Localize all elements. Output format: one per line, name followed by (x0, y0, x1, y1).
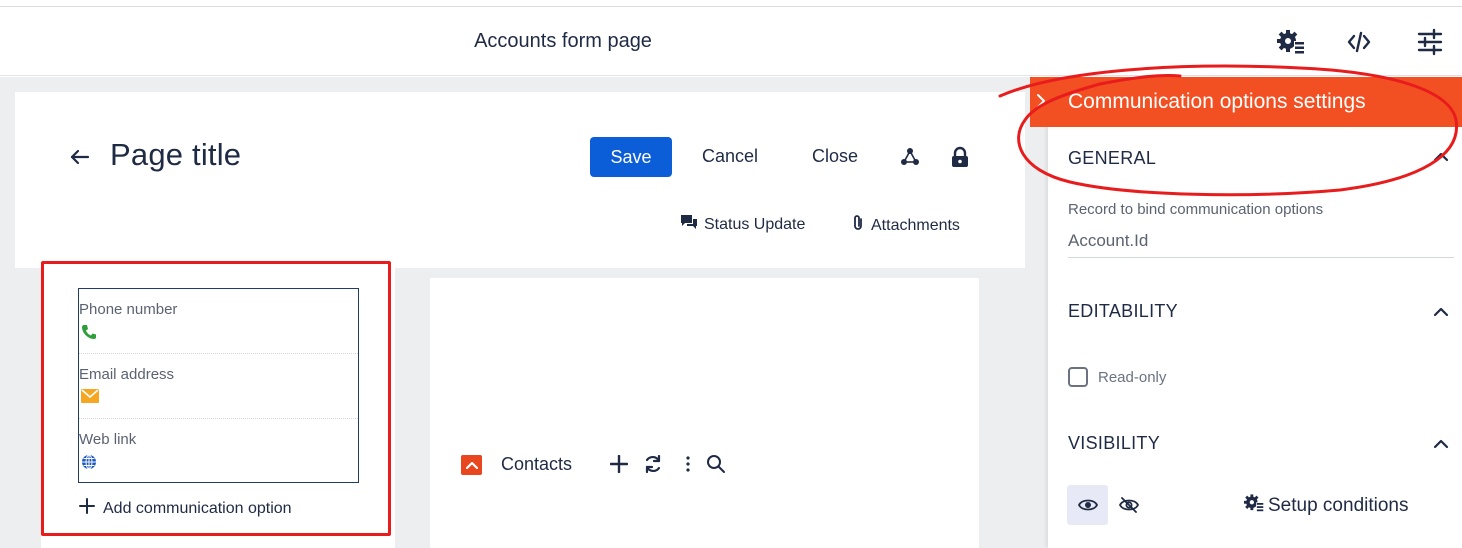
field-underline (1068, 257, 1454, 258)
network-nodes-icon[interactable] (899, 146, 921, 168)
chat-bubbles-icon (680, 214, 698, 235)
attachments-link[interactable]: Attachments (851, 214, 960, 237)
designer-title: Accounts form page (474, 30, 652, 52)
chevron-up-icon[interactable] (1432, 305, 1450, 319)
page-header-card (15, 92, 1025, 268)
chevron-up-icon[interactable] (1432, 150, 1450, 164)
search-icon[interactable] (706, 454, 726, 474)
record-binding-label: Record to bind communication options (1068, 201, 1324, 218)
status-update-link[interactable]: Status Update (680, 214, 805, 235)
attachments-label: Attachments (871, 216, 960, 234)
status-update-label: Status Update (704, 215, 806, 233)
setup-conditions-button[interactable]: Setup conditions (1244, 493, 1409, 519)
hidden-eye-off-icon[interactable] (1114, 485, 1144, 525)
collapse-detail-icon[interactable] (461, 455, 482, 475)
detail-title[interactable]: Contacts (501, 454, 572, 475)
settings-gear-icon (1244, 493, 1264, 519)
chevron-up-icon[interactable] (1432, 437, 1450, 451)
settings-panel-title: Communication options settings (1068, 90, 1366, 113)
annotation-rectangle (41, 261, 391, 536)
save-button[interactable]: Save (590, 137, 672, 177)
more-options-icon[interactable] (678, 454, 698, 474)
lock-icon[interactable] (950, 146, 970, 168)
read-only-label: Read-only (1098, 369, 1167, 386)
record-binding-input[interactable]: Account.Id (1068, 231, 1148, 251)
sliders-icon[interactable] (1416, 28, 1444, 56)
section-editability-title[interactable]: EDITABILITY (1068, 301, 1178, 322)
read-only-checkbox[interactable] (1068, 367, 1088, 387)
cancel-button[interactable]: Cancel (702, 146, 758, 167)
paperclip-icon (851, 214, 865, 237)
section-general-title[interactable]: GENERAL (1068, 148, 1156, 169)
contacts-detail-card (430, 278, 979, 548)
add-record-icon[interactable] (609, 454, 629, 474)
collapse-panel-chevron-icon[interactable] (1034, 90, 1048, 112)
settings-gear-icon[interactable] (1277, 28, 1305, 56)
close-button[interactable]: Close (812, 146, 858, 167)
section-visibility-title[interactable]: VISIBILITY (1068, 433, 1160, 454)
source-code-icon[interactable] (1345, 28, 1373, 56)
back-arrow-icon[interactable] (68, 146, 92, 168)
page-title[interactable]: Page title (110, 137, 241, 173)
visible-eye-icon[interactable] (1067, 485, 1108, 525)
setup-conditions-label: Setup conditions (1268, 495, 1409, 516)
refresh-icon[interactable] (643, 454, 663, 474)
